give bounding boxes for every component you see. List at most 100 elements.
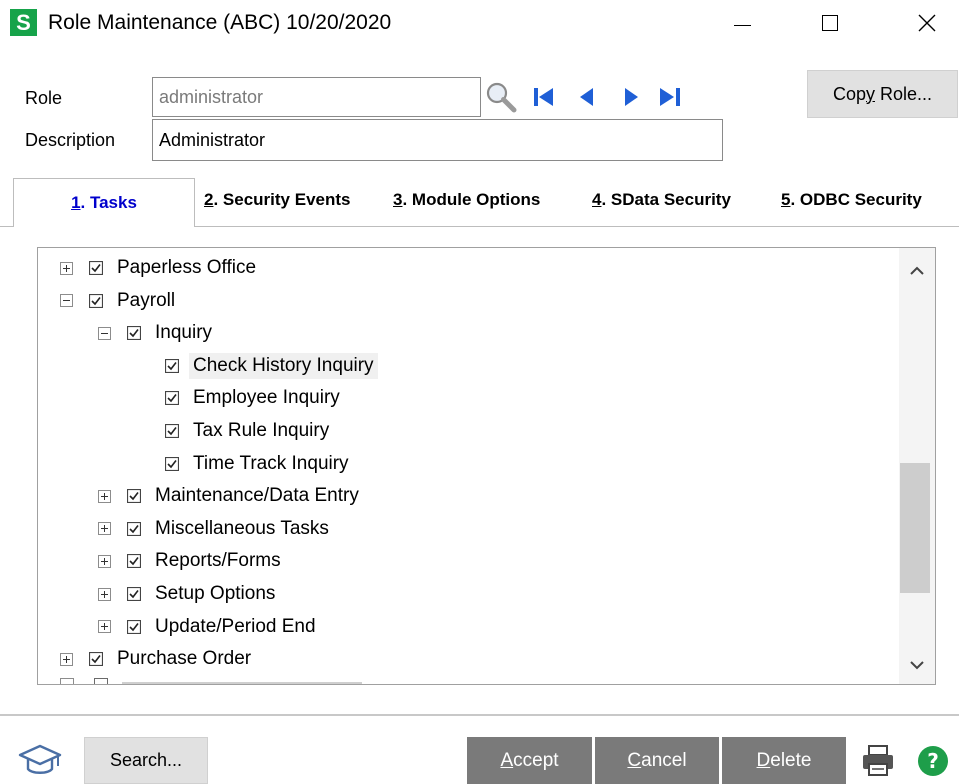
partial-row-expander [60, 678, 74, 684]
delete-button[interactable]: Delete [722, 737, 846, 784]
chevron-up-icon [910, 266, 924, 275]
tab-label: . Tasks [80, 193, 137, 212]
role-label: Role [25, 88, 63, 108]
tree-item[interactable]: Maintenance/Data Entry [98, 481, 363, 511]
cancel-rest: ancel [641, 749, 687, 771]
expand-plus-icon[interactable] [60, 652, 73, 666]
tree-item-label: Employee Inquiry [193, 387, 340, 409]
last-record-button[interactable] [656, 84, 684, 110]
tree-item-label: Inquiry [155, 322, 213, 344]
checkbox-checked-icon[interactable] [127, 554, 141, 569]
svg-text:?: ? [927, 749, 939, 773]
description-input[interactable] [152, 119, 723, 161]
accept-button[interactable]: Accept [467, 737, 592, 784]
checkbox-checked-icon[interactable] [89, 261, 103, 275]
first-record-button[interactable] [531, 84, 557, 110]
collapse-minus-icon[interactable] [60, 294, 73, 308]
previous-record-icon [580, 88, 593, 106]
next-record-button[interactable] [618, 84, 644, 110]
title-bar: S Role Maintenance (ABC) 10/20/2020 [0, 0, 959, 46]
scroll-up-button[interactable] [899, 256, 935, 286]
tab-odbc-security[interactable]: 5. ODBC Security [781, 190, 922, 210]
role-input[interactable] [152, 77, 481, 117]
help-button[interactable]: ? [916, 744, 950, 778]
graduation-cap-icon [18, 744, 62, 774]
copy-role-button[interactable]: Cop y Role... [807, 70, 958, 118]
footer-divider [0, 714, 959, 716]
print-button[interactable] [860, 743, 896, 779]
tree-item[interactable]: Paperless Office [60, 253, 260, 283]
tree-item[interactable]: Reports/Forms [98, 546, 285, 576]
tab-label: . Security Events [213, 190, 351, 209]
scroll-down-button[interactable] [899, 650, 935, 680]
tree-item[interactable]: Check History Inquiry [165, 351, 378, 381]
tab-tasks[interactable]: 1. Tasks [13, 178, 195, 227]
tab-security-events[interactable]: 2. Security Events [204, 190, 350, 210]
tree-item[interactable]: Purchase Order [60, 644, 255, 674]
copy-role-label-prefix: Cop [832, 83, 866, 104]
expand-plus-icon[interactable] [98, 522, 111, 536]
first-record-icon [534, 88, 553, 106]
partial-row-checkbox [94, 678, 108, 684]
help-question-icon: ? [918, 746, 948, 776]
description-label: Description [25, 130, 116, 150]
checkbox-checked-icon[interactable] [127, 326, 141, 341]
tree-item[interactable]: Tax Rule Inquiry [165, 416, 333, 446]
search-button[interactable]: Search... [84, 737, 208, 784]
next-record-icon [625, 88, 638, 106]
tree-item[interactable]: Setup Options [98, 579, 279, 609]
tab-sdata-security[interactable]: 4. SData Security [592, 190, 731, 210]
expand-plus-icon[interactable] [98, 489, 111, 503]
copy-role-label-accel: y [866, 83, 875, 104]
window-title: Role Maintenance (ABC) 10/20/2020 [48, 11, 392, 34]
expand-plus-icon[interactable] [98, 620, 111, 634]
tree-item[interactable]: Update/Period End [98, 612, 320, 642]
checkbox-checked-icon[interactable] [127, 619, 141, 634]
collapse-minus-icon[interactable] [98, 326, 111, 340]
minimize-icon [733, 24, 751, 26]
tree-item-label: Miscellaneous Tasks [155, 517, 329, 539]
tree-item[interactable]: Miscellaneous Tasks [98, 514, 333, 544]
vertical-scrollbar[interactable] [899, 248, 935, 684]
role-lookup-button[interactable] [483, 80, 519, 114]
tree-item-label: Tax Rule Inquiry [193, 420, 330, 441]
tree-item[interactable]: Inquiry [98, 318, 216, 348]
tab-label: . Module Options [402, 190, 541, 209]
tree-item-label: Check History Inquiry [189, 352, 378, 379]
close-button[interactable] [897, 0, 957, 46]
checkbox-checked-icon[interactable] [127, 587, 141, 601]
tree-item[interactable]: Employee Inquiry [165, 383, 344, 413]
printer-icon [863, 745, 893, 776]
tab-module-options[interactable]: 3. Module Options [393, 190, 540, 210]
tree-item[interactable]: Payroll [60, 286, 179, 316]
partial-row-text [122, 682, 362, 684]
tree-item-label: Reports/Forms [155, 550, 281, 572]
maximize-button[interactable] [800, 0, 860, 46]
accept-rest: ccept [513, 749, 559, 771]
expand-plus-icon[interactable] [98, 554, 111, 568]
expand-plus-icon[interactable] [98, 587, 111, 601]
checkbox-checked-icon[interactable] [165, 391, 179, 406]
tree-item-label: Maintenance/Data Entry [155, 485, 359, 507]
checkbox-checked-icon[interactable] [165, 424, 179, 438]
checkbox-checked-icon[interactable] [165, 358, 179, 373]
tree-item[interactable]: Time Track Inquiry [165, 449, 353, 479]
scroll-thumb[interactable] [900, 463, 930, 593]
minimize-button[interactable] [712, 0, 772, 46]
checkbox-checked-icon[interactable] [165, 456, 179, 471]
expand-plus-icon[interactable] [60, 261, 73, 275]
previous-record-button[interactable] [574, 84, 600, 110]
cancel-button[interactable]: Cancel [595, 737, 719, 784]
checkbox-checked-icon[interactable] [127, 521, 141, 536]
checkbox-checked-icon[interactable] [127, 489, 141, 504]
tree-item-label: Setup Options [155, 583, 276, 604]
checkbox-checked-icon[interactable] [89, 652, 103, 667]
close-icon [918, 14, 936, 32]
cancel-accel: C [627, 749, 642, 771]
app-logo-icon: S [10, 9, 37, 36]
tree-item-label: Time Track Inquiry [193, 452, 349, 474]
checkbox-checked-icon[interactable] [89, 293, 103, 308]
tab-label: . SData Security [601, 190, 731, 209]
help-topics-button[interactable] [18, 742, 62, 778]
task-tree[interactable]: Paperless Office Payroll Inquiry Check Hist… [37, 247, 936, 685]
